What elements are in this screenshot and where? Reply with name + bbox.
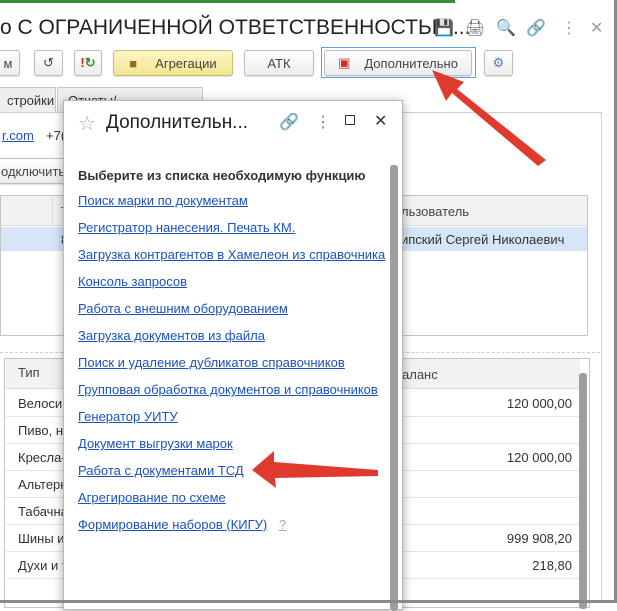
- window-frame: [0, 0, 617, 603]
